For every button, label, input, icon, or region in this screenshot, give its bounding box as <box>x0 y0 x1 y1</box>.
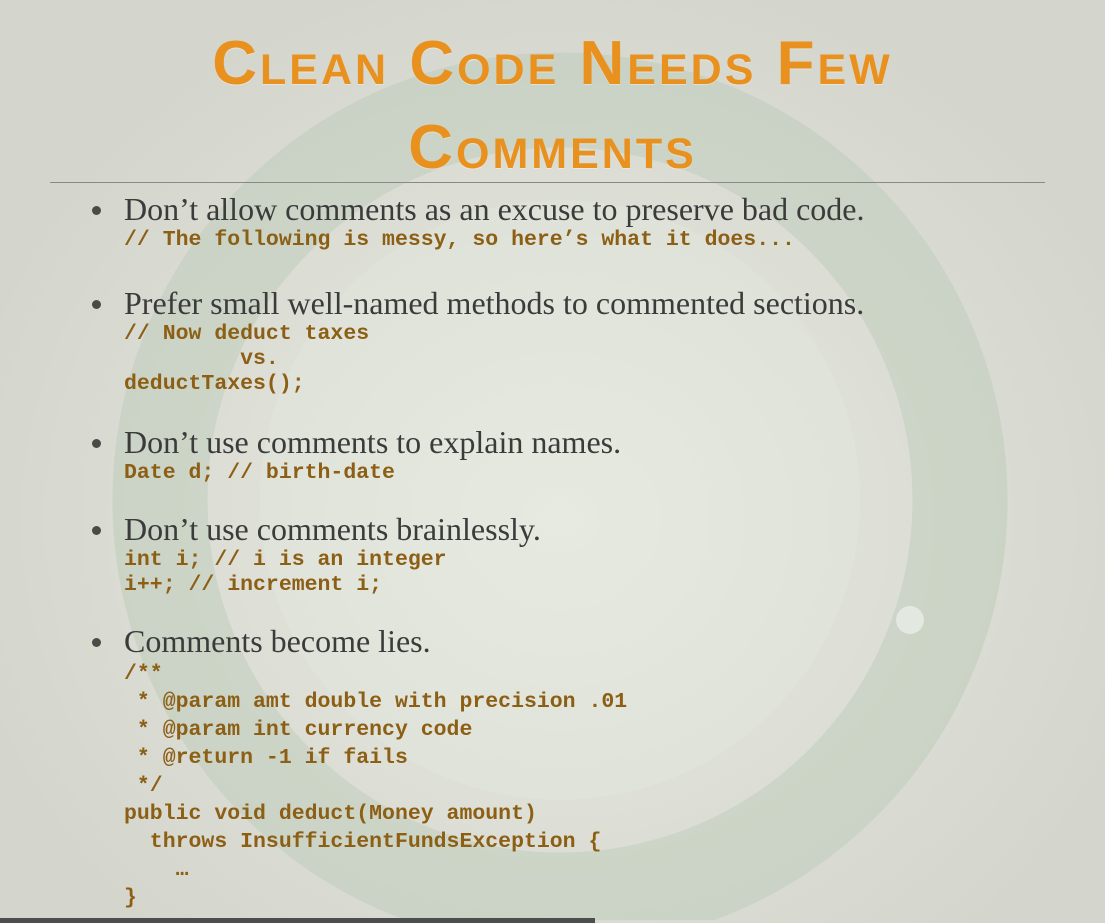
code-example: int i; // i is an integer i++; // increm… <box>124 548 447 597</box>
slide-title: Clean Code Needs Few Comments <box>0 22 1105 190</box>
bullet-item: Don’t allow comments as an excuse to pre… <box>92 190 1082 253</box>
bullet-dot-icon <box>92 526 101 535</box>
slide-title-line-2: Comments <box>408 113 697 182</box>
bullet-text: Don’t use comments to explain names. <box>124 424 622 460</box>
bullet-text: Don’t use comments brainlessly. <box>124 511 541 547</box>
slide-title-line-1: Clean Code Needs Few <box>212 29 893 98</box>
bullet-dot-icon <box>92 638 101 647</box>
bullet-item: Don’t use comments to explain names. Dat… <box>92 423 1082 486</box>
bullet-dot-icon <box>92 206 101 215</box>
bullet-text: Don’t allow comments as an excuse to pre… <box>124 191 865 227</box>
code-example: // The following is messy, so here’s wha… <box>124 228 795 252</box>
bullet-item: Don’t use comments brainlessly. int i; /… <box>92 510 1082 598</box>
code-example: // Now deduct taxes vs. deductTaxes(); <box>124 322 370 396</box>
code-example: /** * @param amt double with precision .… <box>124 662 628 910</box>
bullet-text: Prefer small well-named methods to comme… <box>124 285 865 321</box>
bullet-list: Don’t allow comments as an excuse to pre… <box>92 190 1082 912</box>
bullet-dot-icon <box>92 439 101 448</box>
bullet-text: Comments become lies. <box>124 623 431 659</box>
bullet-dot-icon <box>92 300 101 309</box>
bullet-item: Comments become lies. /** * @param amt d… <box>92 622 1082 912</box>
bullet-item: Prefer small well-named methods to comme… <box>92 284 1082 397</box>
progress-bar <box>0 918 595 923</box>
title-divider <box>50 182 1045 183</box>
slide: Clean Code Needs Few Comments Don’t allo… <box>0 0 1105 923</box>
code-example: Date d; // birth-date <box>124 461 395 485</box>
